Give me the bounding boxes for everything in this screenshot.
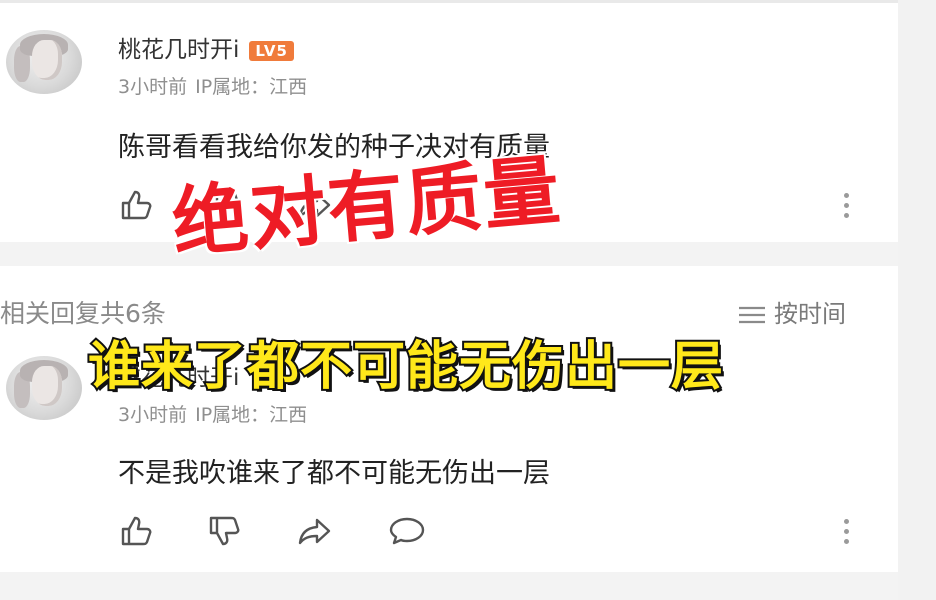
- comment-text: 不是我吹谁来了都不可能无伤出一层: [118, 458, 550, 489]
- dislike-button[interactable]: [206, 512, 244, 550]
- like-button[interactable]: [118, 512, 156, 550]
- sort-icon: [739, 306, 765, 324]
- more-button[interactable]: [836, 514, 856, 554]
- right-gutter: [898, 0, 936, 600]
- avatar[interactable]: [6, 30, 82, 94]
- reply-icon: [389, 517, 425, 545]
- like-icon: [121, 516, 152, 546]
- comment-time: 3小时前: [118, 404, 188, 426]
- like-icon: [121, 190, 152, 220]
- overlay-caption-yellow: 谁来了都不可能无伤出一层: [86, 335, 725, 399]
- section-divider: [0, 572, 898, 600]
- more-icon: [836, 519, 856, 544]
- comment-meta: 3小时前 IP属地：江西: [118, 400, 307, 427]
- comment-time: 3小时前: [118, 76, 188, 98]
- sort-button[interactable]: 按时间: [738, 294, 846, 329]
- reply-button[interactable]: [388, 512, 426, 550]
- comment-meta: 3小时前 IP属地：江西: [118, 72, 307, 99]
- level-badge: LV5: [249, 40, 294, 61]
- username[interactable]: 桃花几时开i LV5: [118, 30, 294, 64]
- more-icon: [836, 193, 856, 218]
- share-button[interactable]: [296, 512, 334, 550]
- ip-location: IP属地：江西: [195, 404, 308, 426]
- more-button[interactable]: [836, 188, 856, 228]
- avatar[interactable]: [6, 356, 82, 420]
- like-button[interactable]: [118, 186, 156, 224]
- ip-location: IP属地：江西: [195, 76, 308, 98]
- share-icon: [298, 518, 331, 545]
- dislike-icon: [209, 516, 240, 546]
